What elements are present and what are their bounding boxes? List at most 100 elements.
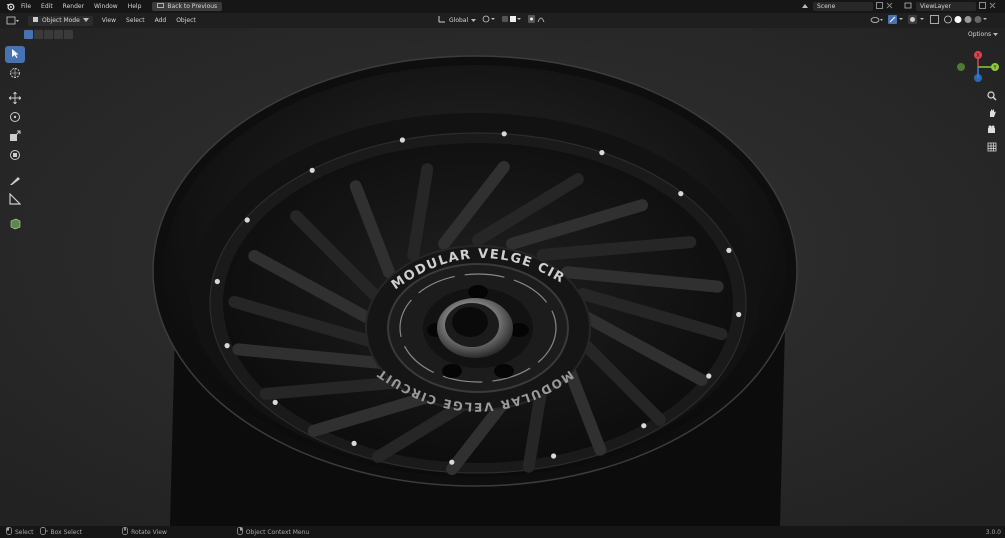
back-to-previous-label: Back to Previous [167,3,218,10]
status-box-select-label: Box Select [50,528,83,536]
shading-modes-icon[interactable] [943,15,987,26]
view-layer-field[interactable]: ViewLayer [916,2,976,11]
status-rotate-view: Rotate View [122,527,167,537]
select-extend-button[interactable] [34,30,43,39]
cursor-tool[interactable] [5,65,25,82]
layers-icon [904,2,913,12]
mouse-drag-icon [39,527,48,537]
pan-button[interactable] [985,107,999,120]
viewport-menu: View Select Add Object [97,13,201,28]
menu-select[interactable]: Select [121,13,150,28]
selection-mode-buttons [24,30,73,39]
transform-tool[interactable] [5,147,25,164]
move-icon [8,91,22,106]
transform-tools: Global [438,15,546,25]
close-icon[interactable] [886,2,893,11]
scene-selector[interactable]: Scene [801,2,893,11]
status-bar: Select Box Select Rotate View Object Con… [0,526,1005,538]
mode-label: Object Mode [42,17,80,24]
status-rotate-view-label: Rotate View [131,528,167,536]
visibility-icon[interactable] [870,16,884,26]
navigation-gizmo[interactable]: X Y [952,48,1002,88]
select-box-tool[interactable] [5,46,25,63]
wheel-render: MODULAR VELGE CIRCUIT MODULAR VELGE CIRC… [0,28,1005,526]
snap-icon[interactable] [502,15,522,25]
ortho-toggle-button[interactable] [985,141,999,154]
menu-view[interactable]: View [97,13,121,28]
pivot-icon[interactable] [482,15,496,25]
select-intersect-button[interactable] [64,30,73,39]
menu-edit[interactable]: Edit [36,0,58,13]
camera-view-button[interactable] [985,124,999,137]
rim-bolt [309,167,315,173]
annotate-tool[interactable] [5,172,25,189]
add-cube-tool[interactable] [5,216,25,233]
view-layer-selector[interactable]: ViewLayer [904,2,996,11]
axis-z-icon[interactable] [974,74,982,82]
status-select: Select [6,527,34,537]
rim-bolt [224,343,230,349]
scene-field[interactable]: Scene [813,2,873,11]
proportional-edit-icon[interactable] [528,15,546,25]
chevron-down-icon [471,17,477,24]
screen-icon [157,2,165,11]
rim-bolt [272,399,278,405]
status-context-menu-label: Object Context Menu [245,528,310,536]
grid-icon [987,142,997,154]
rim-bolt [449,459,455,465]
rim-bolt [399,137,405,143]
orientation-dropdown[interactable]: Global [438,15,477,25]
menu-render[interactable]: Render [58,0,89,13]
select-invert-button[interactable] [54,30,63,39]
blender-logo-icon[interactable] [4,0,16,13]
zoom-button[interactable] [985,90,999,103]
transform-icon [9,149,21,163]
options-label: Options [968,31,992,38]
chevron-down-icon [993,30,999,39]
back-to-previous-button[interactable]: Back to Previous [152,2,223,11]
measure-icon [9,192,22,207]
rotate-tool[interactable] [5,109,25,126]
select-box-icon [10,48,21,61]
3d-viewport[interactable]: MODULAR VELGE CIRCUIT MODULAR VELGE CIRC… [0,28,1005,526]
close-icon[interactable] [989,2,996,11]
top-bar: File Edit Render Window Help Back to Pre… [0,0,1005,13]
rim-bolt [244,217,250,223]
orientation-label: Global [449,16,469,24]
menu-file[interactable]: File [16,0,36,13]
xray-icon[interactable] [930,15,939,26]
add-cube-icon [9,218,21,232]
status-select-label: Select [15,528,34,536]
move-tool[interactable] [5,90,25,107]
editor-type-icon[interactable] [6,16,20,27]
main-menu: File Edit Render Window Help [16,0,146,13]
view-nav-buttons [985,90,999,154]
scale-icon [9,130,21,144]
copy-icon[interactable] [876,2,883,11]
menu-add[interactable]: Add [150,13,172,28]
rim-bolt [599,150,605,156]
menu-window[interactable]: Window [89,0,123,13]
rim-bolt [641,423,647,429]
scale-tool[interactable] [5,128,25,145]
mouse-left-icon [6,527,12,537]
options-dropdown[interactable]: Options [968,30,999,39]
select-new-button[interactable] [24,30,33,39]
rim-bolt [351,440,357,446]
status-box-select: Box Select [39,527,83,537]
overlays-icon[interactable] [908,15,926,26]
copy-icon[interactable] [979,2,986,11]
axis-neg-y-icon[interactable] [957,63,965,71]
viewport-display-tools [870,15,987,26]
object-mode-icon [32,16,39,25]
rim-bolt [706,373,712,379]
select-subtract-button[interactable] [44,30,53,39]
mouse-middle-icon [122,527,128,537]
rim-bolt [726,247,732,253]
menu-object[interactable]: Object [171,13,201,28]
measure-tool[interactable] [5,191,25,208]
mode-dropdown[interactable]: Object Mode [28,15,93,26]
gizmo-toggle-icon[interactable] [888,15,904,26]
annotate-icon [9,174,21,188]
menu-help[interactable]: Help [123,0,147,13]
